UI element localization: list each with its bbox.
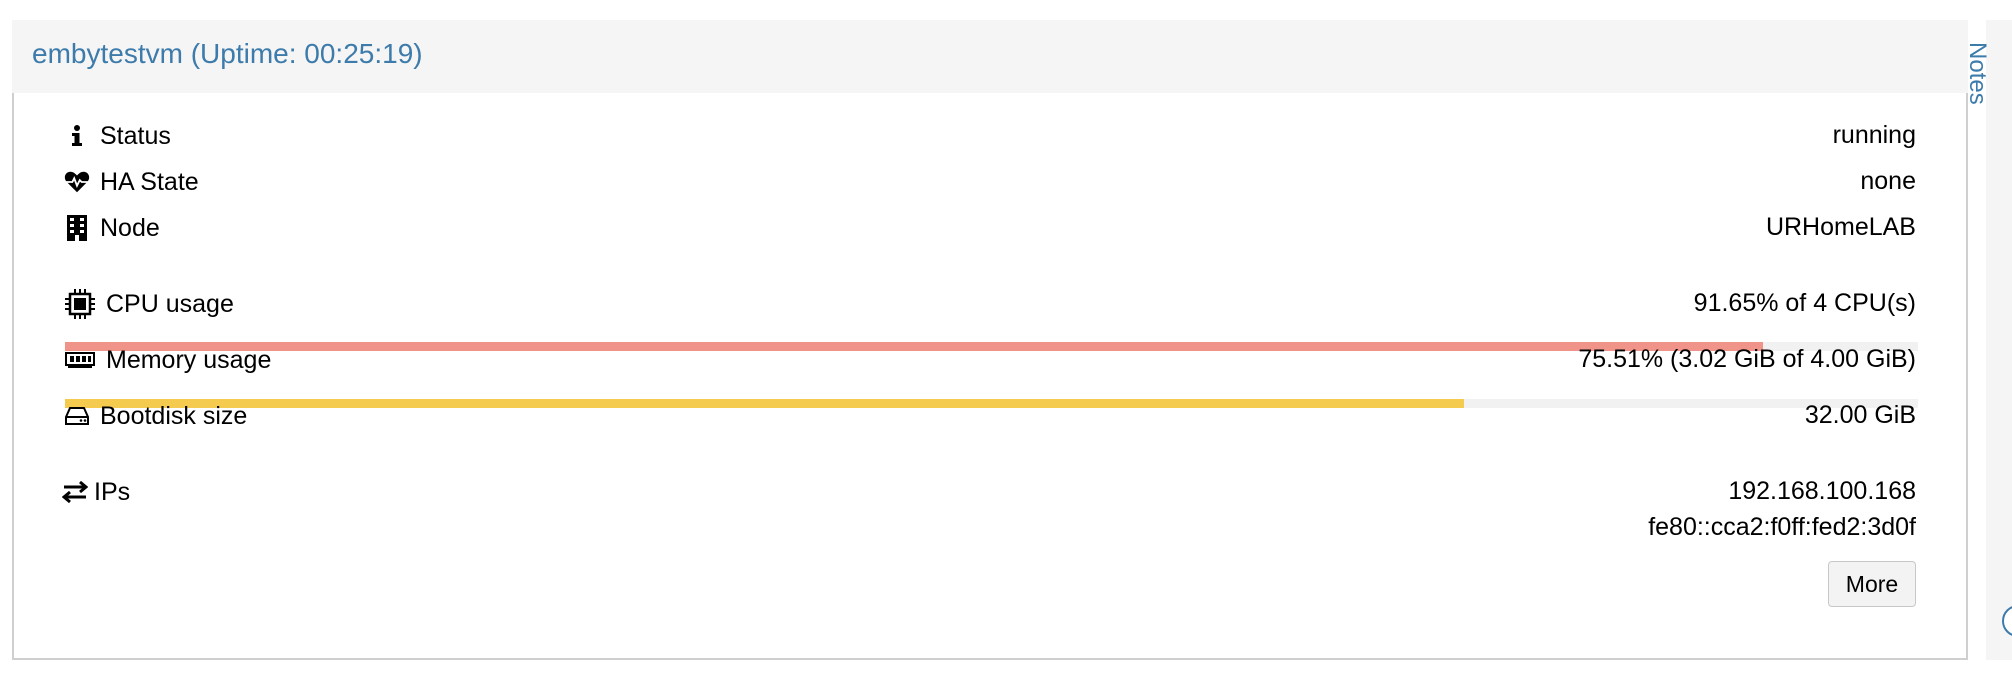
- bootdisk-label: Bootdisk size: [100, 401, 248, 430]
- memory-usage-label: Memory usage: [106, 345, 272, 374]
- ha-state-row: HA State none: [64, 167, 1916, 203]
- panel-title: embytestvm (Uptime: 00:25:19): [32, 38, 423, 69]
- vm-summary-panel: embytestvm (Uptime: 00:25:19) Status run…: [12, 20, 1968, 660]
- status-value: running: [1832, 121, 1916, 149]
- cpu-usage-label: CPU usage: [106, 289, 234, 318]
- memory-icon: [64, 345, 96, 375]
- status-label: Status: [100, 121, 171, 150]
- ip-address-v6: fe80::cca2:f0ff:fed2:3d0f: [1648, 513, 1916, 541]
- info-icon: [64, 121, 90, 151]
- ip-address-v4: 192.168.100.168: [1728, 477, 1916, 505]
- heartbeat-icon: [64, 167, 90, 197]
- status-row: Status running: [64, 121, 1916, 157]
- memory-usage-value: 75.51% (3.02 GiB of 4.00 GiB): [1578, 345, 1916, 373]
- cpu-usage-row: CPU usage 91.65% of 4 CPU(s): [64, 289, 1916, 325]
- cpu-usage-value: 91.65% of 4 CPU(s): [1693, 289, 1916, 317]
- node-label: Node: [100, 213, 160, 242]
- more-button[interactable]: More: [1828, 561, 1916, 607]
- memory-usage-row: Memory usage 75.51% (3.02 GiB of 4.00 Gi…: [64, 345, 1916, 381]
- hard-drive-icon: [64, 401, 90, 431]
- exchange-icon: [62, 477, 88, 507]
- building-icon: [64, 213, 90, 243]
- cpu-chip-icon: [64, 289, 96, 319]
- node-row: Node URHomeLAB: [64, 213, 1916, 249]
- bootdisk-value: 32.00 GiB: [1804, 401, 1916, 429]
- panel-header: embytestvm (Uptime: 00:25:19): [12, 20, 1968, 94]
- ips-label: IPs: [94, 477, 131, 506]
- notes-tab-label[interactable]: Notes: [1963, 42, 1991, 105]
- ips-row: IPs 192.168.100.168 fe80::cca2:f0ff:fed2…: [62, 477, 1916, 557]
- node-value: URHomeLAB: [1765, 213, 1916, 241]
- bootdisk-row: Bootdisk size 32.00 GiB: [64, 401, 1916, 437]
- ha-state-label: HA State: [100, 167, 199, 196]
- ha-state-value: none: [1860, 167, 1916, 195]
- notes-side-panel[interactable]: [1986, 20, 2012, 660]
- panel-body: Status running HA State none Node URHome…: [12, 93, 1968, 660]
